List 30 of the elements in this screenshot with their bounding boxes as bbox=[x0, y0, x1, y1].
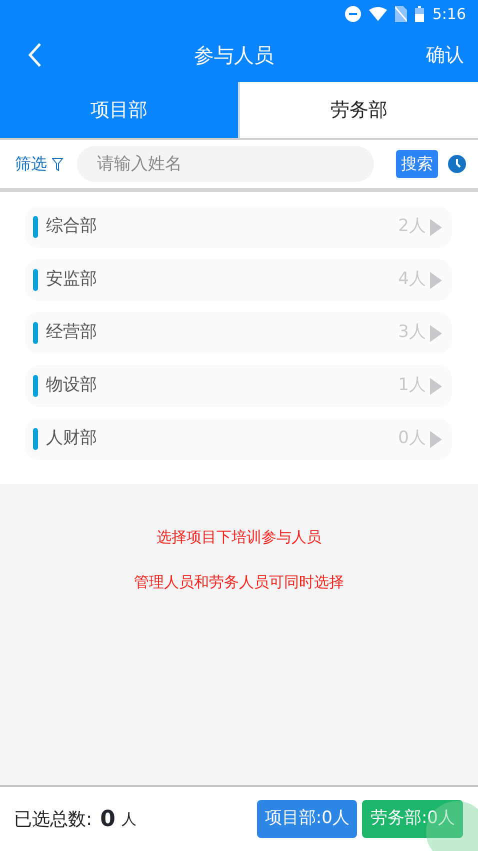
clock-icon[interactable] bbox=[448, 155, 466, 173]
arrow-right-icon bbox=[430, 378, 442, 394]
accent-bar bbox=[33, 216, 38, 238]
selected-total-unit: 人 bbox=[121, 808, 136, 830]
filter-icon bbox=[52, 158, 64, 172]
search-button[interactable]: 搜索 bbox=[396, 150, 438, 178]
accent-bar bbox=[33, 269, 38, 291]
filter-button[interactable]: 筛选 bbox=[15, 152, 64, 176]
tab[interactable]: 项目部 bbox=[0, 82, 238, 138]
selected-total-label: 已选总数: bbox=[14, 808, 92, 832]
wifi-icon bbox=[369, 7, 388, 21]
confirm-button[interactable]: 确认 bbox=[426, 40, 464, 70]
arrow-right-icon bbox=[430, 430, 442, 448]
hint-text: 管理人员和劳务人员可同时选择 bbox=[134, 572, 344, 592]
arrow-right-icon bbox=[430, 272, 442, 288]
hint-text: 选择项目下培训参与人员 bbox=[156, 527, 322, 548]
accent-bar bbox=[33, 428, 38, 450]
search-field[interactable]: 请输入姓名 bbox=[77, 146, 374, 182]
back-icon[interactable] bbox=[28, 42, 42, 68]
accent-bar bbox=[33, 322, 38, 344]
count-button[interactable]: 项目部:0人 bbox=[256, 800, 358, 838]
page-title: 参与人员 bbox=[194, 42, 274, 69]
selected-total-count: 0 bbox=[100, 806, 116, 834]
do-not-disturb-icon bbox=[345, 6, 362, 22]
accent-bar bbox=[33, 375, 38, 397]
no-sim-icon bbox=[395, 6, 408, 22]
clock-time: 5:16 bbox=[432, 4, 466, 25]
arrow-right-icon bbox=[430, 218, 442, 236]
arrow-right-icon bbox=[430, 324, 442, 342]
battery-icon bbox=[415, 6, 424, 22]
